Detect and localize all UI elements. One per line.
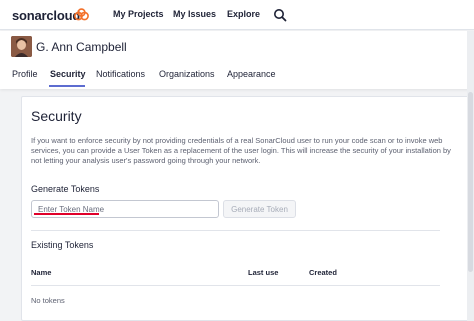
token-name-input[interactable] [31, 200, 219, 218]
tab-appearance[interactable]: Appearance [227, 69, 276, 79]
top-navbar: sonarcloud My Projects My Issues Explore [0, 0, 474, 30]
existing-tokens-heading: Existing Tokens [31, 240, 94, 250]
divider [31, 285, 440, 286]
sonarcloud-logo-icon[interactable] [74, 8, 89, 21]
scrollbar-thumb[interactable] [468, 92, 473, 272]
active-tab-indicator [49, 85, 85, 87]
nav-explore[interactable]: Explore [227, 9, 260, 19]
column-header-created: Created [309, 268, 337, 277]
nav-my-issues[interactable]: My Issues [173, 9, 216, 19]
nav-my-projects[interactable]: My Projects [113, 9, 164, 19]
column-header-name: Name [31, 268, 52, 277]
security-description: If you want to enforce security by not p… [31, 136, 451, 165]
tab-profile[interactable]: Profile [12, 69, 38, 79]
page-title: Security [31, 108, 82, 124]
search-icon[interactable] [273, 8, 287, 22]
generate-tokens-heading: Generate Tokens [31, 184, 100, 194]
account-header: G. Ann Campbell Profile Security Notific… [0, 31, 474, 89]
tab-organizations[interactable]: Organizations [159, 69, 215, 79]
annotation-underline [34, 213, 99, 215]
generate-token-button[interactable]: Generate Token [223, 200, 296, 218]
divider [31, 230, 440, 231]
column-header-last-use: Last use [248, 268, 279, 277]
tab-security[interactable]: Security [50, 69, 86, 79]
sonarcloud-logo[interactable]: sonarcloud [12, 8, 80, 23]
user-name: G. Ann Campbell [36, 40, 127, 54]
avatar [11, 36, 32, 57]
empty-tokens-message: No tokens [31, 296, 65, 305]
tab-notifications[interactable]: Notifications [96, 69, 145, 79]
